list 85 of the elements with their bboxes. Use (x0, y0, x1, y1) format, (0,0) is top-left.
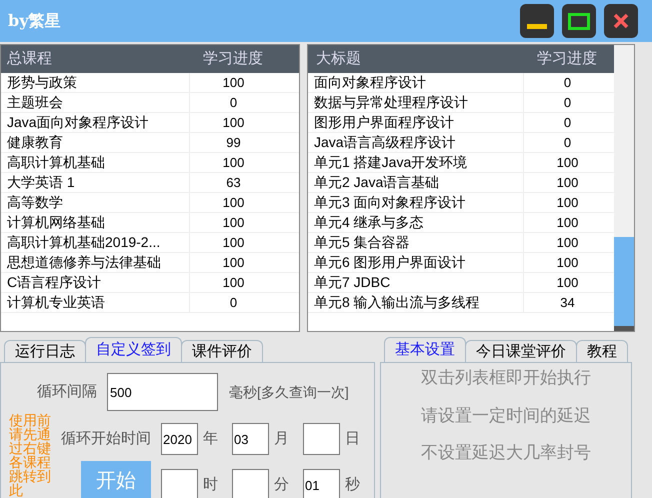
table-cell-text: 健康教育 (6, 133, 64, 152)
table-cell-text: C语言程序设计 (6, 273, 102, 292)
table-cell-text: 高职计算机基础2019-2... (6, 233, 162, 252)
field-label: 循环开始时间 (61, 428, 152, 449)
table-cell-text: 单元6 图形用户界面设计 (313, 253, 467, 272)
table-cell: 100 (523, 192, 611, 212)
interval-field[interactable]: 500 (107, 373, 218, 411)
table-cell-text: 主题班会 (6, 93, 64, 112)
table-cell: 100 (523, 212, 611, 232)
unit-label: 秒 (344, 474, 361, 495)
table-cell: 63 (189, 172, 277, 192)
table-cell: 0 (523, 72, 611, 92)
table-cell-text: Java面向对象程序设计 (6, 113, 150, 132)
time-field[interactable]: 01 (303, 469, 340, 498)
table-cell-text: 单元2 Java语言基础 (313, 173, 440, 192)
table-cell-text: 计算机专业英语 (6, 293, 106, 312)
tab[interactable]: 运行日志 (4, 340, 86, 362)
table-cell: 100 (189, 192, 277, 212)
unit-label: 分 (273, 474, 290, 495)
table-cell: 0 (523, 112, 611, 132)
column-header: 大标题 (315, 48, 362, 69)
table-cell: 0 (189, 92, 277, 112)
unit-label: 毫秒[多久查询一次] (228, 382, 349, 402)
time-field[interactable]: 2020 (161, 423, 198, 455)
table-cell: 100 (523, 252, 611, 272)
table-cell-text: 单元3 面向对象程序设计 (313, 193, 467, 212)
unit-label: 年 (202, 428, 219, 449)
table-cell: 99 (189, 132, 277, 152)
info-text: 不设置延迟大几率封号 (421, 442, 591, 464)
unit-label: 时 (202, 474, 219, 495)
scrollbar-thumb[interactable] (614, 237, 634, 331)
info-text: 请设置一定时间的延迟 (421, 404, 591, 426)
time-field[interactable] (303, 423, 340, 455)
column-header: 学习进度 (202, 48, 264, 69)
table-cell-text: 单元4 继承与多态 (313, 213, 425, 232)
table-cell: 100 (189, 72, 277, 92)
table-cell: 100 (189, 272, 277, 292)
table-cell: 100 (523, 172, 611, 192)
table-cell: 100 (189, 112, 277, 132)
table-cell: 100 (189, 152, 277, 172)
window-title: by繁星 (8, 10, 60, 32)
table-cell: 100 (523, 152, 611, 172)
table-cell-text: 思想道德修养与法律基础 (6, 253, 162, 272)
tab[interactable]: 教程 (576, 340, 628, 362)
table-cell-text: 计算机网络基础 (6, 213, 106, 232)
table-cell-text: 面向对象程序设计 (313, 73, 427, 92)
maximize-icon (568, 12, 590, 30)
maximize-button[interactable] (562, 4, 596, 38)
table-cell-text: Java语言高级程序设计 (313, 133, 457, 152)
tab[interactable]: 基本设置 (384, 337, 466, 362)
table-cell-text: 单元5 集合容器 (313, 233, 411, 252)
table-cell-text: 数据与异常处理程序设计 (313, 93, 469, 112)
table-cell: 100 (189, 252, 277, 272)
close-icon (613, 13, 629, 29)
table-cell: 100 (189, 212, 277, 232)
time-field[interactable] (232, 469, 269, 498)
close-button[interactable] (604, 4, 638, 38)
table-cell: 100 (523, 272, 611, 292)
unit-label: 日 (344, 428, 361, 449)
info-text: 双击列表框即开始执行 (421, 367, 591, 389)
note-text: 使用前请先通过右键各课程跳转到此 (9, 413, 52, 498)
time-field[interactable]: 03 (232, 423, 269, 455)
field-label: 循环间隔 (36, 382, 98, 402)
table-cell-text: 单元1 搭建Java开发环境 (313, 153, 468, 172)
tab[interactable]: 课件评价 (181, 340, 263, 362)
column-header: 学习进度 (536, 48, 598, 69)
table-cell-text: 高职计算机基础 (6, 153, 106, 172)
table-cell: 0 (523, 92, 611, 112)
minimize-icon (527, 24, 547, 29)
minimize-button[interactable] (520, 4, 554, 38)
table-cell: 0 (189, 292, 277, 312)
table-cell-text: 高等数学 (6, 193, 64, 212)
table-cell: 34 (523, 292, 611, 312)
table-cell-text: 图形用户界面程序设计 (313, 113, 455, 132)
table-cell: 0 (523, 132, 611, 152)
table-cell: 100 (189, 232, 277, 252)
table-cell-text: 形势与政策 (6, 73, 78, 92)
table-cell-text: 单元7 JDBC (313, 273, 392, 292)
column-header: 总课程 (6, 48, 53, 69)
unit-label: 月 (273, 428, 290, 449)
time-field[interactable] (161, 469, 198, 498)
scrollbar[interactable] (614, 45, 634, 331)
table-cell: 100 (523, 232, 611, 252)
table-cell-text: 大学英语 1 (6, 173, 76, 192)
table-cell-text: 单元8 输入输出流与多线程 (313, 293, 481, 312)
